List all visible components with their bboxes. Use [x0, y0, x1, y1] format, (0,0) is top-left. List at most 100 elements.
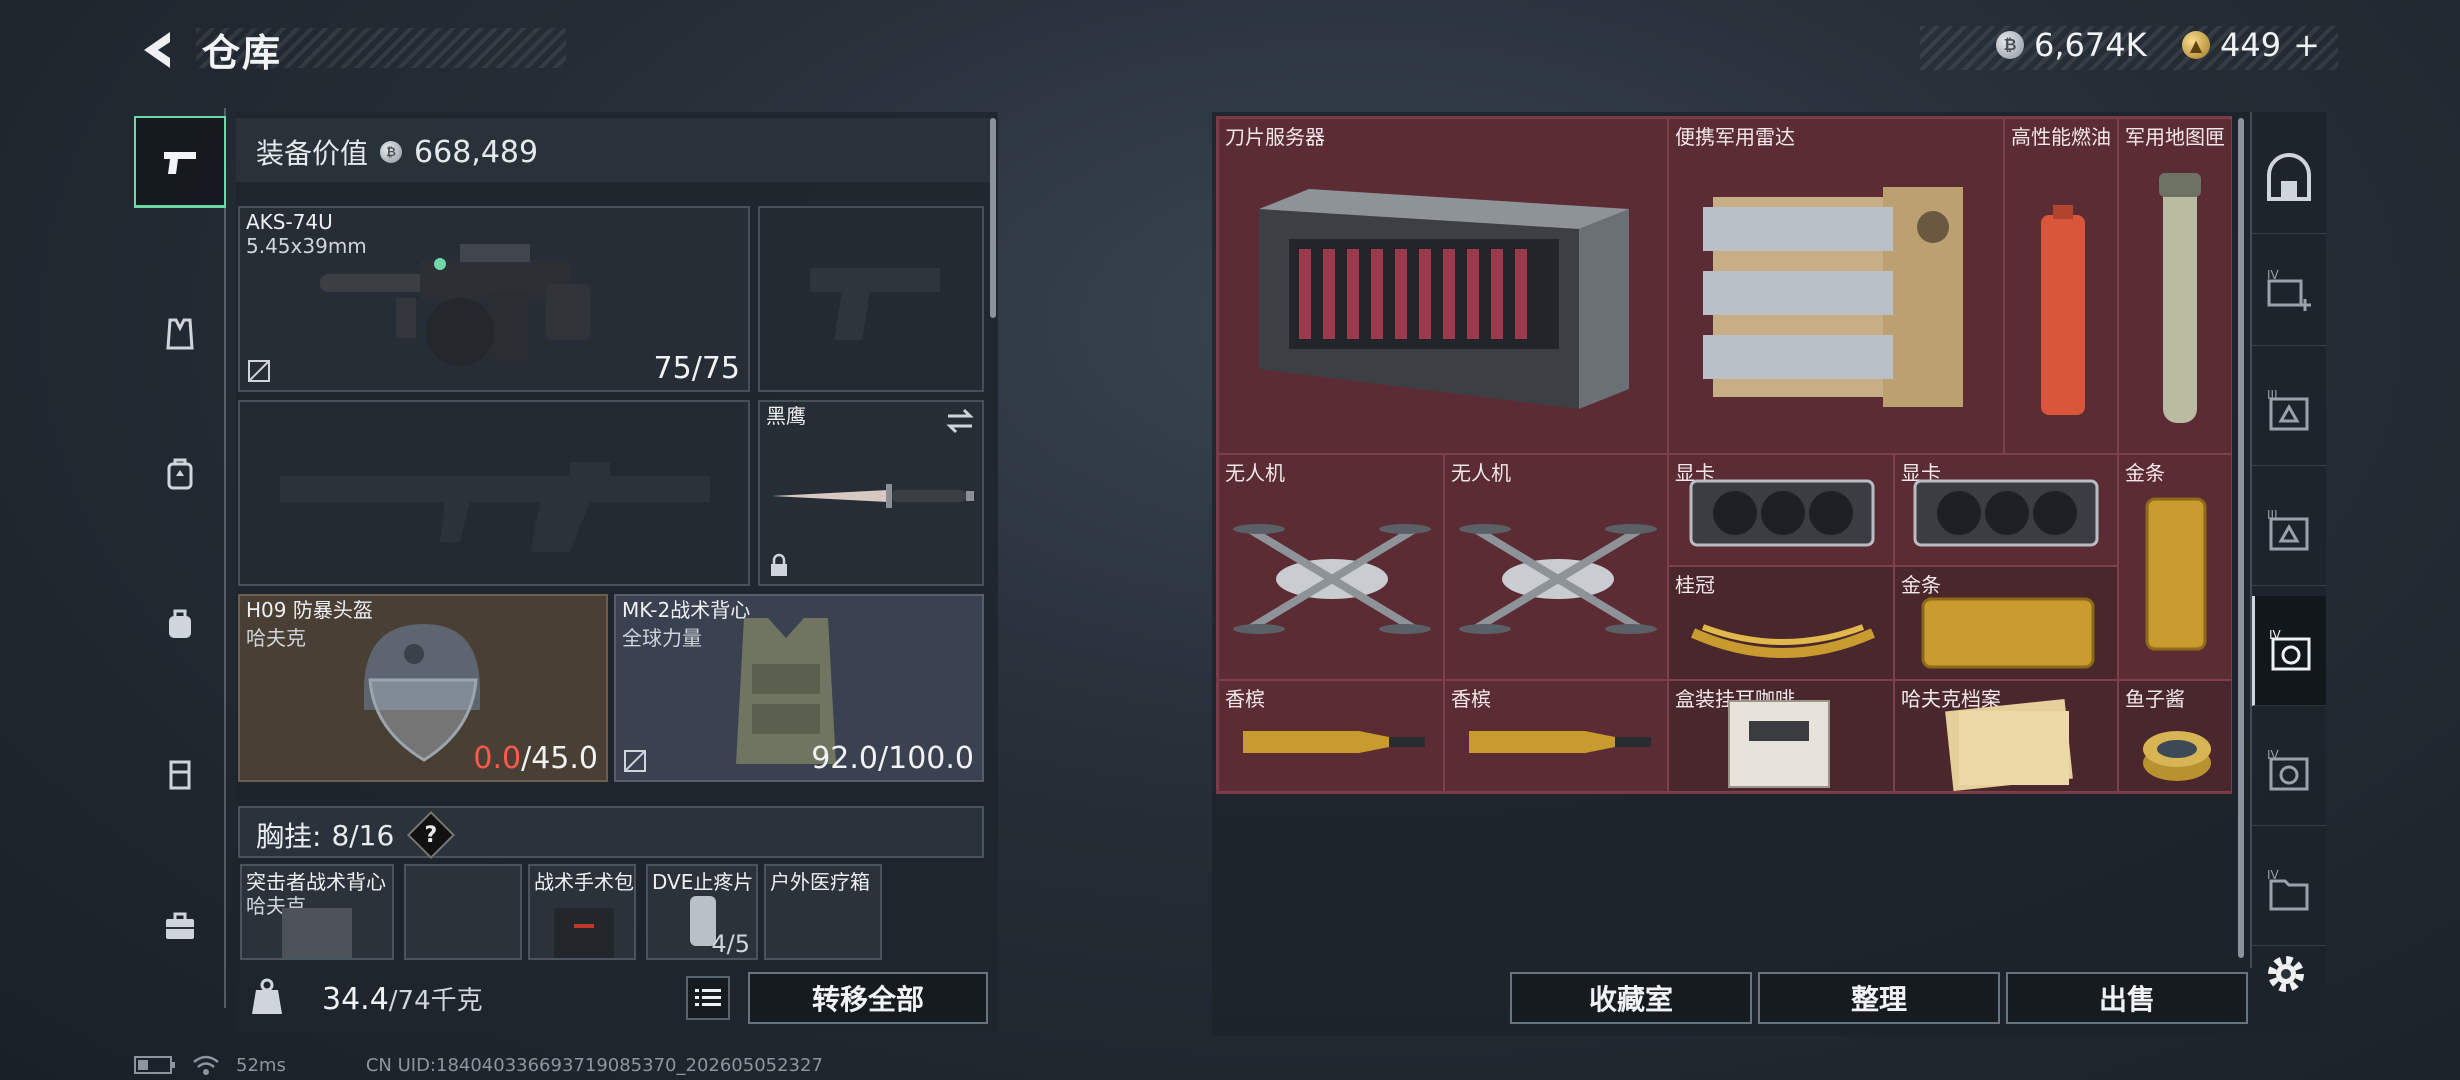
- item-name: 军用地图匣: [2125, 125, 2225, 149]
- armor-slot[interactable]: MK-2战术背心 全球力量 92.0/100.0: [614, 594, 984, 782]
- armor-durability: 92.0/100.0: [811, 741, 974, 776]
- helmet-durability-max: /45.0: [521, 741, 598, 776]
- tab-vest[interactable]: [134, 288, 226, 380]
- storage-item[interactable]: 无人机: [1218, 454, 1444, 680]
- svg-text:III: III: [2267, 388, 2278, 402]
- item-name: 金条: [2125, 461, 2165, 485]
- storage-6-icon: IV: [2267, 748, 2309, 790]
- rig-item-name: 户外医疗箱: [770, 870, 870, 894]
- gold-add-button[interactable]: +: [2293, 26, 2320, 64]
- rig-item-slot[interactable]: DVE止疼片 4/5: [646, 864, 758, 960]
- help-glyph: ?: [424, 822, 438, 848]
- weight-current: 34.4: [322, 982, 389, 1017]
- documents-image: [1945, 698, 2073, 791]
- page-title: 仓库: [202, 31, 283, 75]
- status-bar: 52ms CN UID:184040336693719085370_202605…: [134, 1054, 823, 1076]
- storage-item[interactable]: 香槟: [1444, 680, 1668, 792]
- rig-item-slot[interactable]: 户外医疗箱: [764, 864, 882, 960]
- armor-brand: 全球力量: [622, 626, 702, 650]
- weight-readout: 34.4/74千克: [322, 980, 483, 1017]
- storage-item[interactable]: 鱼子酱: [2118, 680, 2232, 792]
- storage-7-icon: IV: [2267, 868, 2309, 910]
- pistol-slot[interactable]: [758, 206, 984, 392]
- briefcase-icon: [166, 912, 194, 939]
- champagne-image: [1469, 731, 1651, 753]
- tab-storage-7[interactable]: IV: [2252, 836, 2326, 946]
- svg-text:IV: IV: [2267, 868, 2280, 882]
- gold-currency[interactable]: ▲ 449 +: [2182, 26, 2320, 64]
- item-name: 高性能燃油: [2011, 125, 2111, 149]
- tab-briefcase[interactable]: [134, 880, 226, 972]
- rig-item-slot[interactable]: 突击者战术背心 哈夫克: [240, 864, 394, 960]
- tab-storage-2[interactable]: IV: [2252, 236, 2326, 346]
- tab-storage-3[interactable]: III: [2252, 356, 2326, 466]
- tab-backpack[interactable]: [134, 428, 226, 520]
- rig-item-slot[interactable]: 战术手术包: [528, 864, 636, 960]
- swap-icon[interactable]: [944, 406, 976, 436]
- storage-item[interactable]: 香槟: [1218, 680, 1444, 792]
- svg-text:IV: IV: [2269, 628, 2282, 642]
- storage-item[interactable]: 哈夫克档案: [1894, 680, 2118, 792]
- silver-coin-icon: ₿: [1996, 31, 2024, 59]
- collection-room-button[interactable]: 收藏室: [1510, 972, 1752, 1024]
- storage-item[interactable]: 高性能燃油: [2004, 118, 2118, 454]
- knife-image: [772, 484, 974, 508]
- rig-item-slot[interactable]: [404, 864, 522, 960]
- transfer-all-button[interactable]: 转移全部: [748, 972, 988, 1024]
- storage-item[interactable]: 军用地图匣: [2118, 118, 2232, 454]
- helmet-brand: 哈夫克: [246, 626, 306, 650]
- storage-item[interactable]: 无人机: [1444, 454, 1668, 680]
- list-view-button[interactable]: [686, 976, 730, 1020]
- back-button[interactable]: [128, 22, 188, 78]
- melee-slot[interactable]: 黑鹰: [758, 400, 984, 586]
- storage-item[interactable]: 便携军用雷达: [1668, 118, 2004, 454]
- storage-item[interactable]: 金条: [2118, 454, 2232, 680]
- storage-item[interactable]: 桂冠: [1668, 566, 1894, 680]
- loadout-scrollbar[interactable]: [990, 118, 996, 318]
- svg-text:IV: IV: [2267, 268, 2280, 282]
- storage-item[interactable]: 盒装挂耳咖啡: [1668, 680, 1894, 792]
- rig-item-name: 战术手术包: [534, 870, 634, 894]
- gold-bar-image: [1921, 597, 2095, 669]
- storage-item[interactable]: 金条: [1894, 566, 2118, 680]
- secondary-weapon-slot[interactable]: [238, 400, 750, 586]
- gold-coin-icon: ▲: [2182, 31, 2210, 59]
- tab-storage-6[interactable]: IV: [2252, 716, 2326, 826]
- help-icon[interactable]: ?: [407, 810, 456, 860]
- chest-rig-title: 胸挂:: [256, 820, 322, 853]
- storage-3-icon: III: [2267, 388, 2309, 430]
- tab-pouch[interactable]: [134, 728, 226, 820]
- sort-button[interactable]: 整理: [1758, 972, 2000, 1024]
- tab-safe[interactable]: [2252, 124, 2326, 234]
- weight-icon: [252, 978, 282, 1014]
- storage-item[interactable]: 显卡: [1668, 454, 1894, 566]
- storage-scrollbar[interactable]: [2238, 118, 2244, 958]
- item-name: 无人机: [1225, 461, 1285, 485]
- caviar-tin-image: [2143, 731, 2211, 781]
- equipment-value-amount: 668,489: [414, 134, 539, 170]
- storage-item[interactable]: 显卡: [1894, 454, 2118, 566]
- helmet-durability: 0.0/45.0: [473, 741, 598, 776]
- helmet-image: [364, 624, 480, 762]
- gpu-image: [1689, 479, 1875, 547]
- tab-storage-5[interactable]: IV: [2252, 596, 2326, 706]
- settings-gear-icon[interactable]: [2262, 950, 2310, 998]
- wifi-icon: [193, 1055, 219, 1075]
- sell-button[interactable]: 出售: [2006, 972, 2248, 1024]
- gpu-image: [1913, 479, 2099, 547]
- gold-amount: 449: [2220, 26, 2282, 64]
- tab-storage-4[interactable]: III: [2252, 476, 2326, 586]
- tab-weapons[interactable]: [134, 116, 226, 208]
- svg-text:IV: IV: [2267, 748, 2280, 762]
- drone-image: [1233, 524, 1431, 634]
- primary-weapon-slot[interactable]: AKS-74U 5.45x39mm 75/75: [238, 206, 750, 392]
- storage-item[interactable]: 刀片服务器: [1218, 118, 1668, 454]
- silver-currency[interactable]: ₿ 6,674K: [1996, 26, 2147, 64]
- laurel-crown-image: [1690, 624, 1876, 658]
- tab-bag[interactable]: [134, 578, 226, 670]
- item-name: 便携军用雷达: [1675, 125, 1795, 149]
- svg-text:III: III: [2267, 508, 2278, 522]
- item-name: 鱼子酱: [2125, 687, 2185, 711]
- helmet-slot[interactable]: H09 防暴头盔 哈夫克 0.0/45.0: [238, 594, 608, 782]
- storage-4-icon: III: [2267, 508, 2309, 550]
